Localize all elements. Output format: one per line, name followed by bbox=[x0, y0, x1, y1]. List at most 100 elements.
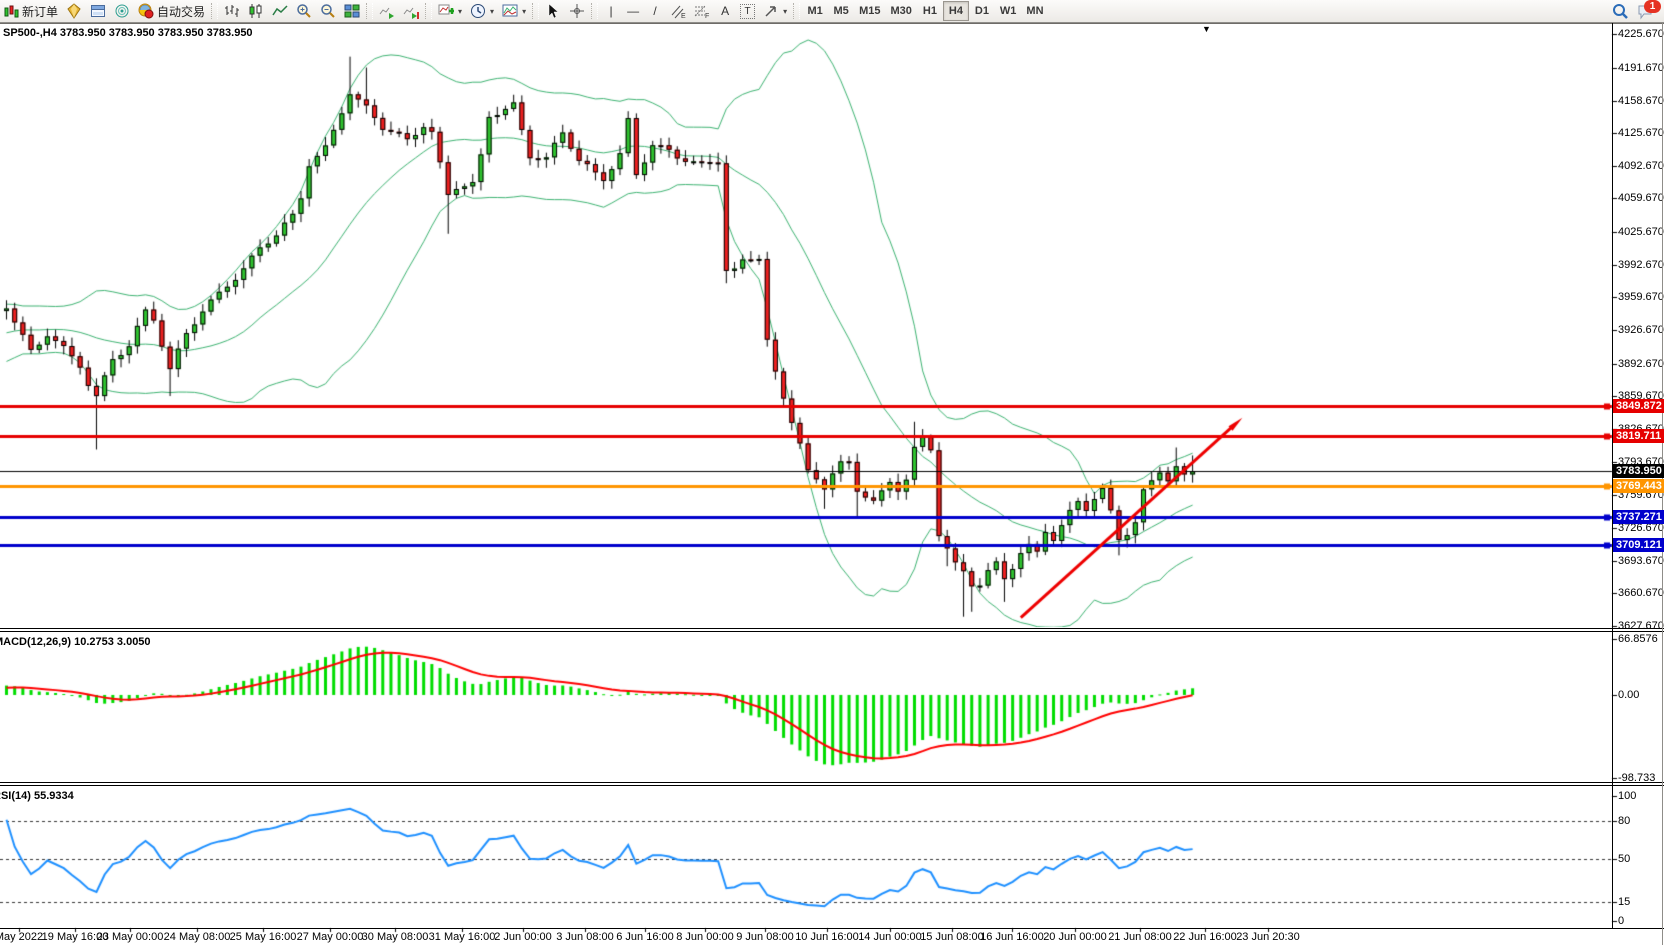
timeframe-button-MN[interactable]: MN bbox=[1021, 1, 1048, 21]
zoom-in-icon bbox=[296, 3, 312, 19]
timeframe-group: M1M5M15M30H1H4D1W1MN bbox=[802, 0, 1048, 22]
rsi-axis-tick: 50 bbox=[1618, 853, 1630, 865]
tile-windows-button[interactable] bbox=[340, 1, 364, 21]
price-axis-tick: 4125.670 bbox=[1618, 127, 1664, 139]
svg-text:F: F bbox=[705, 13, 709, 19]
radar-icon bbox=[114, 3, 130, 19]
new-order-label: 新订单 bbox=[22, 3, 58, 20]
price-axis-tick: 4158.670 bbox=[1618, 95, 1664, 107]
zoom-in-button[interactable] bbox=[292, 1, 316, 21]
text-tool-button[interactable]: A bbox=[714, 1, 736, 21]
channel-icon: E bbox=[670, 3, 686, 19]
crosshair-button[interactable] bbox=[565, 1, 589, 21]
macd-axis-tick: 66.8576 bbox=[1618, 633, 1658, 645]
equidistant-channel-tool-button[interactable]: E bbox=[666, 1, 690, 21]
price-axis-tick: 4025.670 bbox=[1618, 226, 1664, 238]
horizontal-line-tool-button[interactable]: — bbox=[622, 1, 644, 21]
vertical-line-tool-button[interactable]: | bbox=[600, 1, 622, 21]
arrows-icon bbox=[763, 3, 779, 19]
chart-canvas[interactable] bbox=[0, 0, 1664, 945]
timeframe-button-H4[interactable]: H4 bbox=[943, 1, 969, 21]
mt4-terminal: { "toolbar": { "new_order_label": "新订单",… bbox=[0, 0, 1664, 945]
toolbar-handle[interactable] bbox=[366, 3, 373, 19]
autotrading-label: 自动交易 bbox=[157, 3, 205, 20]
line-chart-button[interactable] bbox=[268, 1, 292, 21]
gem-icon bbox=[66, 3, 82, 19]
autotrading-icon bbox=[138, 3, 154, 19]
cursor-button[interactable] bbox=[541, 1, 565, 21]
price-level-badge: 3769.443 bbox=[1613, 479, 1664, 493]
timeframe-button-H1[interactable]: H1 bbox=[917, 1, 943, 21]
arrows-tool-button[interactable]: ▾ bbox=[759, 1, 791, 21]
timeframe-button-M5[interactable]: M5 bbox=[828, 1, 854, 21]
metaeditor-button[interactable] bbox=[62, 1, 86, 21]
candlestick-chart-button[interactable] bbox=[244, 1, 268, 21]
chart-shift-button[interactable] bbox=[399, 1, 423, 21]
text-icon: A bbox=[718, 3, 732, 19]
timeframe-button-M30[interactable]: M30 bbox=[886, 1, 917, 21]
time-axis-label: 23 Jun 20:30 bbox=[1226, 931, 1310, 943]
dropdown-caret-icon: ▾ bbox=[490, 7, 494, 16]
templates-button[interactable]: ▾ bbox=[498, 1, 530, 21]
scroll-group bbox=[375, 0, 423, 22]
toolbar-handle[interactable] bbox=[793, 3, 800, 19]
timeframe-button-M1[interactable]: M1 bbox=[802, 1, 828, 21]
price-axis-tick: 4225.670 bbox=[1618, 28, 1664, 40]
chart-top-border bbox=[0, 23, 1664, 24]
pane-separator-rsi[interactable] bbox=[0, 785, 1664, 786]
chart-shift-icon bbox=[403, 3, 419, 19]
trendline-tool-button[interactable]: / bbox=[644, 1, 666, 21]
chart-type-group bbox=[220, 0, 364, 22]
price-axis-tick: 4092.670 bbox=[1618, 160, 1664, 172]
notification-badge: 1 bbox=[1644, 0, 1661, 13]
chart-shift-marker[interactable]: ▼ bbox=[1202, 24, 1211, 34]
toolbar-right: 1 bbox=[1608, 1, 1664, 21]
toolbar-handle[interactable] bbox=[425, 3, 432, 19]
svg-text:E: E bbox=[681, 13, 686, 19]
price-axis-tick: 3892.670 bbox=[1618, 358, 1664, 370]
toolbar-handle[interactable] bbox=[532, 3, 539, 19]
drawing-tools-group: | — / E F A T ▾ bbox=[600, 0, 791, 22]
strategy-tester-button[interactable] bbox=[110, 1, 134, 21]
tile-windows-icon bbox=[344, 3, 360, 19]
rsi-axis-tick: 80 bbox=[1618, 815, 1630, 827]
macd-axis-tick: -98.733 bbox=[1618, 772, 1655, 784]
fibonacci-icon: F bbox=[694, 3, 710, 19]
text-label-tool-button[interactable]: T bbox=[736, 1, 759, 21]
vertical-line-icon: | bbox=[604, 3, 618, 19]
dropdown-caret-icon: ▾ bbox=[458, 7, 462, 16]
timeframe-button-D1[interactable]: D1 bbox=[969, 1, 995, 21]
rsi-axis-tick: 15 bbox=[1618, 896, 1630, 908]
auto-scroll-button[interactable] bbox=[375, 1, 399, 21]
indicators-button[interactable]: ▾ bbox=[434, 1, 466, 21]
line-chart-icon bbox=[272, 3, 288, 19]
pane-separator-macd[interactable] bbox=[0, 631, 1664, 632]
price-axis-tick: 3992.670 bbox=[1618, 259, 1664, 271]
notifications-button[interactable]: 1 bbox=[1633, 1, 1658, 21]
new-order-button[interactable]: 新订单 bbox=[0, 1, 62, 21]
autotrading-button[interactable]: 自动交易 bbox=[134, 1, 209, 21]
main-toolbar: 新订单 自动交易 bbox=[0, 0, 1664, 23]
search-button[interactable] bbox=[1608, 1, 1633, 21]
toolbar-handle[interactable] bbox=[211, 3, 218, 19]
bar-chart-button[interactable] bbox=[220, 1, 244, 21]
timeframe-button-W1[interactable]: W1 bbox=[995, 1, 1022, 21]
macd-label: MACD(12,26,9) 10.2753 3.0050 bbox=[0, 636, 151, 648]
standard-toolbar-group: 新订单 自动交易 bbox=[0, 0, 209, 22]
timeframe-button-M15[interactable]: M15 bbox=[854, 1, 885, 21]
price-axis-tick: 3660.670 bbox=[1618, 587, 1664, 599]
pane-separator-macd[interactable] bbox=[0, 628, 1664, 629]
price-level-badge: 3737.271 bbox=[1613, 510, 1664, 524]
chart-title: SP500-,H4 3783.950 3783.950 3783.950 378… bbox=[3, 27, 253, 39]
bar-chart-icon bbox=[224, 3, 240, 19]
pane-separator-rsi[interactable] bbox=[0, 782, 1664, 783]
time-axis-separator bbox=[0, 928, 1664, 929]
terminal-window-button[interactable] bbox=[86, 1, 110, 21]
auto-scroll-icon bbox=[379, 3, 395, 19]
periods-button[interactable]: ▾ bbox=[466, 1, 498, 21]
price-axis-tick: 3926.670 bbox=[1618, 324, 1664, 336]
horizontal-line-icon: — bbox=[626, 3, 640, 19]
toolbar-handle[interactable] bbox=[591, 3, 598, 19]
fibonacci-tool-button[interactable]: F bbox=[690, 1, 714, 21]
zoom-out-button[interactable] bbox=[316, 1, 340, 21]
